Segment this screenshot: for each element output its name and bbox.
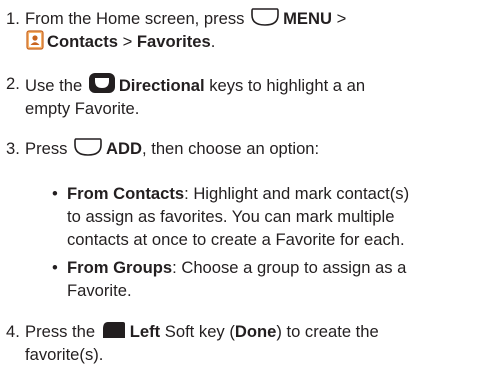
- step-text-segment: empty Favorite.: [25, 99, 140, 118]
- breadcrumb-separator: >: [118, 32, 137, 51]
- contacts-label: Contacts: [47, 32, 118, 51]
- option-text: From Groups: Choose a group to assign as…: [67, 256, 487, 302]
- add-key-label: ADD: [106, 139, 142, 158]
- option-text-segment: contacts at once to create a Favorite fo…: [67, 230, 405, 249]
- step-text-segment: ) to create the: [276, 322, 379, 341]
- step-text-segment: From the Home screen, press: [25, 9, 245, 28]
- bullet-icon: •: [52, 184, 58, 203]
- step-text-segment: Press the: [25, 322, 96, 341]
- add-key-icon: [73, 137, 103, 157]
- left-soft-key-icon: [101, 320, 127, 340]
- step-text-segment: favorite(s).: [25, 345, 104, 364]
- favorites-label: Favorites: [136, 32, 211, 51]
- option-title: From Groups: [67, 258, 173, 277]
- step-text: Use the Directional keys to highlight a …: [25, 72, 465, 120]
- option-text-segment: : Highlight and mark contact(s): [184, 184, 410, 203]
- breadcrumb-separator: >: [331, 9, 347, 28]
- bullet-icon: •: [52, 258, 58, 277]
- step-text-segment: Press: [25, 139, 68, 158]
- step-text-segment: .: [210, 32, 216, 51]
- done-label: Done: [234, 322, 277, 341]
- option-text-segment: to assign as favorites. You can mark mul…: [67, 207, 395, 226]
- menu-key-label: MENU: [283, 9, 332, 28]
- directional-key-label: Directional: [118, 76, 205, 95]
- step-text: Press ADD, then choose an option:: [25, 137, 465, 160]
- option-text-segment: Favorite.: [67, 281, 132, 300]
- step-text-segment: Soft key (: [160, 322, 235, 341]
- option-title: From Contacts: [67, 184, 185, 203]
- menu-key-icon: [250, 7, 280, 27]
- step-text: From the Home screen, press MENU > Conta…: [25, 7, 465, 53]
- instructions-page: 1. From the Home screen, press MENU > Co…: [0, 0, 494, 375]
- directional-key-icon: [88, 72, 116, 94]
- step-text: Press the Left Soft key (Done) to create…: [25, 320, 465, 366]
- step-text-segment: Use the: [25, 76, 83, 95]
- left-key-label: Left: [129, 322, 161, 341]
- option-text-segment: : Choose a group to assign as a: [172, 258, 407, 277]
- step-text-segment: , then choose an option:: [142, 139, 320, 158]
- step-text-segment: keys to highlight a an: [204, 76, 366, 95]
- option-text: From Contacts: Highlight and mark contac…: [67, 182, 487, 251]
- contacts-app-icon: [26, 30, 44, 50]
